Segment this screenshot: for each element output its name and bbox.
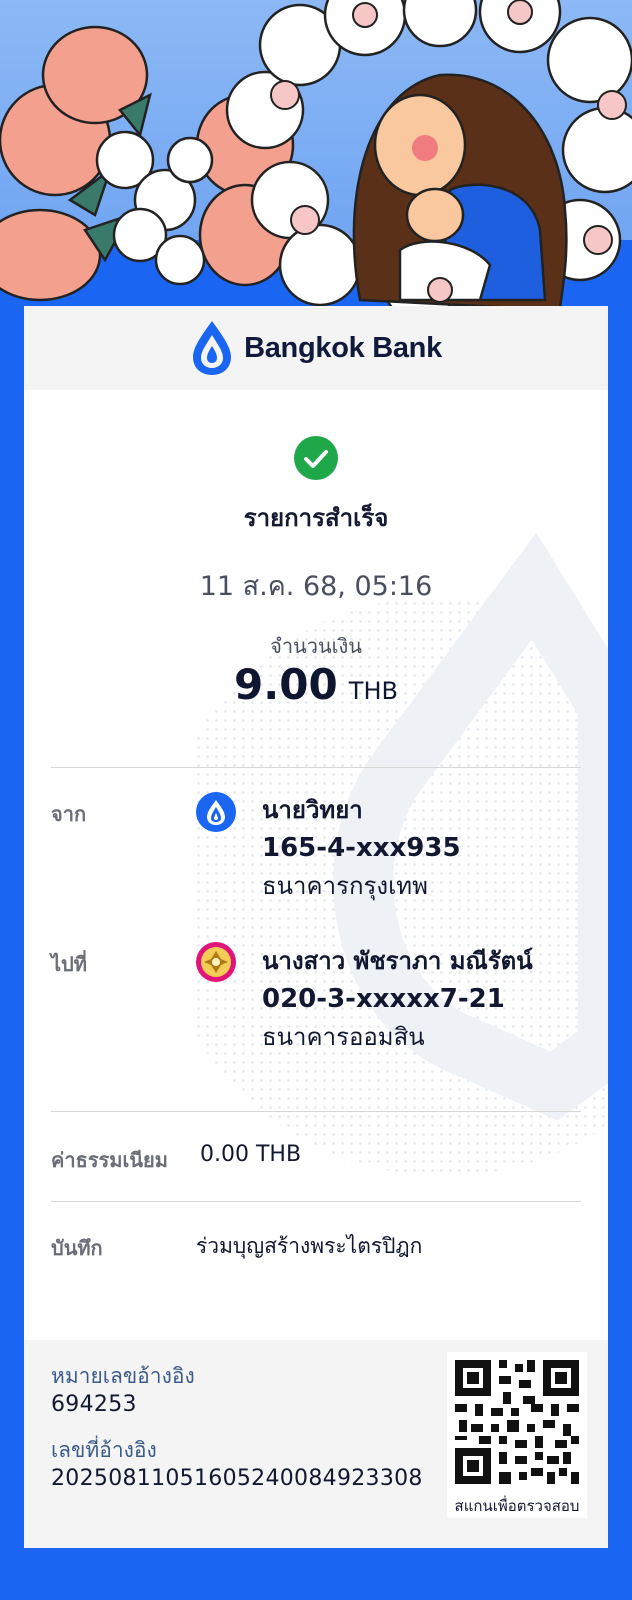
gsb-bank-logo-icon <box>196 942 236 982</box>
bangkok-bank-logo-icon <box>196 792 236 832</box>
amount-label: จำนวนเงิน <box>270 634 362 658</box>
divider <box>51 1111 581 1112</box>
reference-footer: หมายเลขอ้างอิง 694253 เลขที่อ้างอิง 2025… <box>24 1340 608 1548</box>
reference-number-value: 694253 <box>51 1392 137 1417</box>
fee-value: 0.00 THB <box>200 1142 302 1167</box>
divider <box>51 767 581 768</box>
header-illustration <box>0 0 632 310</box>
divider <box>51 1201 581 1202</box>
qr-caption: สแกนเพื่อตรวจสอบ <box>454 1497 580 1515</box>
amount-value: 9.00 <box>234 660 338 709</box>
reference-id-label: เลขที่อ้างอิง <box>51 1438 157 1462</box>
from-details: นายวิทยา 165-4-xxx935 ธนาคารกรุงเทพ <box>262 791 461 905</box>
success-check-icon <box>294 436 338 480</box>
amount-row: 9.00 THB <box>24 660 608 709</box>
mother-and-baby-illustration <box>0 0 632 310</box>
verification-qr[interactable]: สแกนเพื่อตรวจสอบ <box>447 1352 587 1518</box>
from-bank: ธนาคารกรุงเทพ <box>262 872 428 900</box>
memo-value: ร่วมบุญสร้างพระไตรปิฎก <box>196 1234 423 1258</box>
bank-name: Bangkok Bank <box>244 331 442 364</box>
transaction-datetime: 11 ส.ค. 68, 05:16 <box>199 571 433 602</box>
to-details: นางสาว พัชราภา มณีรัตน์ 020-3-xxxxx7-21 … <box>262 942 533 1056</box>
receipt-card: Bangkok Bank รายการสำเร็จ 11 ส.ค. 68, 05… <box>24 306 608 1548</box>
from-account: 165-4-xxx935 <box>262 833 461 863</box>
memo-label: บันทึก <box>51 1236 103 1260</box>
bank-header: Bangkok Bank <box>24 306 608 390</box>
fee-label: ค่าธรรมเนียม <box>51 1148 168 1172</box>
reference-id-value: 20250811051605240084923308 <box>51 1466 423 1491</box>
transaction-status: รายการสำเร็จ <box>243 504 389 532</box>
to-bank: ธนาคารออมสิน <box>262 1023 425 1051</box>
bangkok-bank-logo-icon <box>193 321 232 375</box>
from-name: นายวิทยา <box>262 796 363 824</box>
qr-code <box>447 1352 587 1492</box>
amount-currency: THB <box>348 677 398 705</box>
to-account: 020-3-xxxxx7-21 <box>262 984 505 1014</box>
to-label: ไปที่ <box>51 952 87 976</box>
to-name: นางสาว พัชราภา มณีรัตน์ <box>262 947 533 975</box>
from-label: จาก <box>51 802 87 826</box>
reference-number-label: หมายเลขอ้างอิง <box>51 1364 195 1388</box>
